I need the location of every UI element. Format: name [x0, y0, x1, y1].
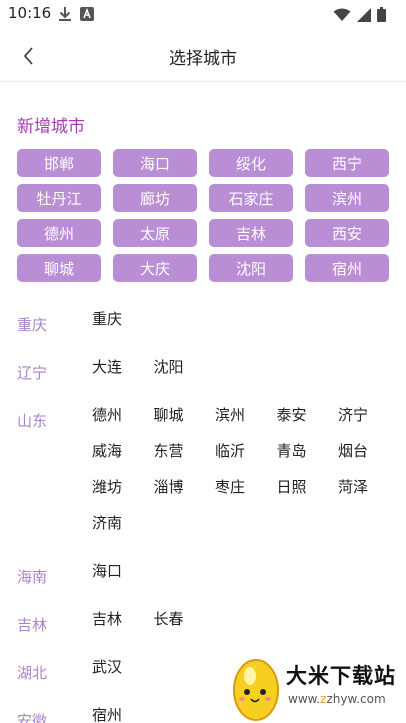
province-name: 海南: [17, 568, 48, 586]
province-row: 重庆 重庆: [0, 300, 406, 336]
province-city-grid: 大连 沈阳: [92, 348, 400, 384]
watermark: 大米下载站 www.zzhyw.com: [228, 652, 406, 723]
province-name: 辽宁: [17, 364, 48, 382]
new-city-chip[interactable]: 德州: [17, 219, 101, 247]
new-cities-grid: 邯郸 海口 绥化 西宁牡丹江 廊坊 石家庄 滨州德州 太原 吉林 西安聊城 大庆 沈阳 宿州: [17, 149, 392, 282]
new-city-chip[interactable]: 吉林: [209, 219, 293, 247]
province-row: 辽宁 大连 沈阳: [0, 348, 406, 384]
download-icon: [59, 7, 71, 21]
city-item[interactable]: 大连: [92, 348, 154, 384]
new-city-chip[interactable]: 绥化: [209, 149, 293, 177]
city-item[interactable]: 长春: [154, 600, 216, 636]
city-item[interactable]: 潍坊: [92, 468, 154, 504]
new-city-chip[interactable]: 滨州: [305, 184, 389, 212]
city-item[interactable]: 重庆: [92, 300, 154, 336]
province-city-grid: 重庆: [92, 300, 400, 336]
app-badge-icon: [80, 7, 94, 21]
new-city-chip[interactable]: 西宁: [305, 149, 389, 177]
new-cities-section: 新增城市 邯郸 海口 绥化 西宁牡丹江 廊坊 石家庄 滨州德州 太原 吉林 西安聊城 大庆 沈阳 宿州: [17, 112, 392, 282]
new-city-chip[interactable]: 石家庄: [209, 184, 293, 212]
watermark-url: www.zzhyw.com: [288, 692, 386, 706]
city-item[interactable]: 青岛: [277, 432, 339, 468]
province-row: 吉林 吉林 长春: [0, 600, 406, 636]
city-item[interactable]: 日照: [277, 468, 339, 504]
city-item[interactable]: 济宁: [338, 396, 400, 432]
city-item[interactable]: 威海: [92, 432, 154, 468]
new-city-chip[interactable]: 聊城: [17, 254, 101, 282]
city-item[interactable]: 烟台: [338, 432, 400, 468]
status-right-icons: [333, 7, 386, 22]
wifi-icon: [333, 8, 351, 21]
new-city-chip[interactable]: 廊坊: [113, 184, 197, 212]
city-item[interactable]: 东营: [154, 432, 216, 468]
nav-bar: 选择城市: [0, 30, 406, 82]
rice-mascot-logo: [233, 659, 279, 721]
new-city-chip[interactable]: 海口: [113, 149, 197, 177]
city-item[interactable]: 菏泽: [338, 468, 400, 504]
new-city-chip[interactable]: 宿州: [305, 254, 389, 282]
new-city-chip[interactable]: 大庆: [113, 254, 197, 282]
signal-icon: [357, 7, 371, 22]
city-item[interactable]: 武汉: [92, 648, 154, 684]
city-item[interactable]: 德州: [92, 396, 154, 432]
new-city-chip[interactable]: 邯郸: [17, 149, 101, 177]
province-city-grid: 吉林 长春: [92, 600, 400, 636]
province-city-grid: 海口: [92, 552, 400, 588]
city-item[interactable]: 临沂: [215, 432, 277, 468]
new-city-chip[interactable]: 沈阳: [209, 254, 293, 282]
new-city-chip[interactable]: 西安: [305, 219, 389, 247]
status-bar: 10:16: [0, 0, 406, 30]
province-row: 海南 海口: [0, 552, 406, 588]
city-item[interactable]: 海口: [92, 552, 154, 588]
new-cities-title: 新增城市: [17, 117, 85, 137]
province-name: 安徽: [17, 712, 48, 723]
province-city-grid: 德州 聊城 滨州 泰安 济宁威海 东营 临沂 青岛 烟台潍坊 淄博 枣庄 日照 菏泽济南: [92, 396, 400, 540]
page-title: 选择城市: [169, 49, 237, 69]
city-item[interactable]: 吉林: [92, 600, 154, 636]
city-item[interactable]: 枣庄: [215, 468, 277, 504]
city-item[interactable]: 滨州: [215, 396, 277, 432]
province-name: 吉林: [17, 616, 48, 634]
city-item[interactable]: 沈阳: [154, 348, 216, 384]
city-item[interactable]: 淄博: [154, 468, 216, 504]
city-item[interactable]: 济南: [92, 504, 154, 540]
city-item[interactable]: 聊城: [154, 396, 216, 432]
new-city-chip[interactable]: 牡丹江: [17, 184, 101, 212]
province-name: 重庆: [17, 316, 48, 334]
battery-icon: [377, 7, 386, 22]
city-item[interactable]: 泰安: [277, 396, 339, 432]
province-name: 湖北: [17, 664, 48, 682]
status-time: 10:16: [8, 4, 52, 22]
province-name: 山东: [17, 412, 48, 430]
watermark-title: 大米下载站: [286, 664, 396, 688]
status-left-icons: [58, 6, 94, 22]
city-item[interactable]: 宿州: [92, 696, 154, 723]
province-row: 山东 德州 聊城 滨州 泰安 济宁威海 东营 临沂 青岛 烟台潍坊 淄博 枣庄 日照 菏泽济南: [0, 396, 406, 540]
new-city-chip[interactable]: 太原: [113, 219, 197, 247]
